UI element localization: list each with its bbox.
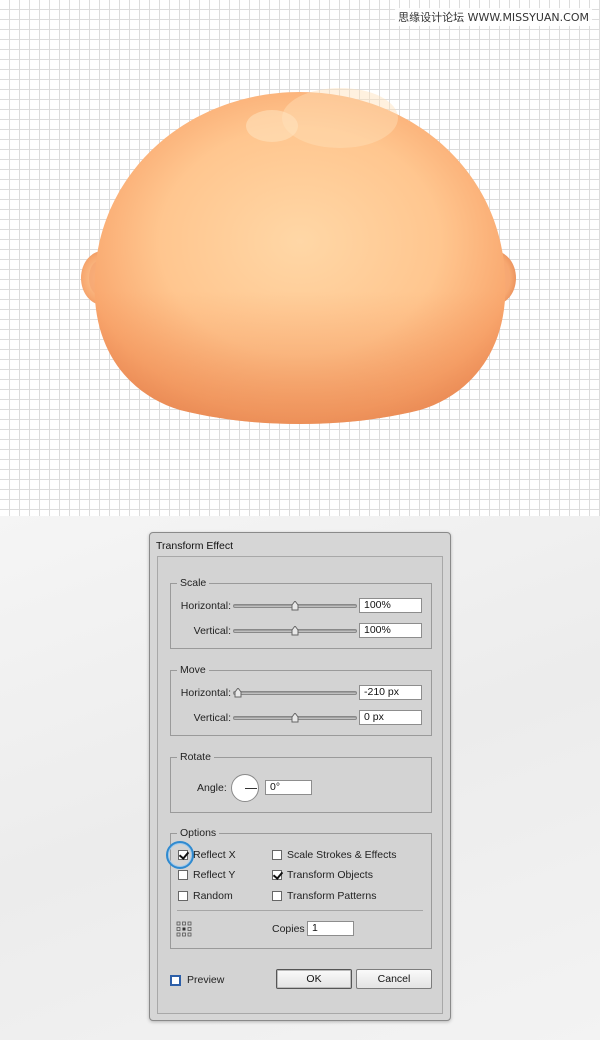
slider-thumb[interactable]: [291, 601, 299, 611]
options-group-label: Options: [177, 827, 220, 839]
rotate-group-label: Rotate: [177, 751, 214, 763]
cancel-button[interactable]: Cancel: [356, 969, 432, 989]
head-shape: [94, 88, 506, 424]
slider-thumb[interactable]: [234, 688, 242, 698]
ok-button[interactable]: OK: [276, 969, 352, 989]
reflect-x-option[interactable]: Reflect X: [178, 848, 236, 862]
options-group: Options Reflect X Reflect Y Random Scale…: [166, 827, 432, 949]
scale-vertical-label: Vertical:: [193, 625, 231, 637]
move-horizontal-slider[interactable]: [233, 688, 357, 698]
scale-horizontal-slider[interactable]: [233, 601, 357, 611]
reflect-x-label: Reflect X: [193, 849, 236, 861]
preview-option[interactable]: Preview: [170, 973, 224, 987]
rotate-group: Rotate Angle: 0°: [170, 751, 432, 813]
move-horizontal-label: Horizontal:: [180, 687, 231, 699]
scale-horizontal-row: Horizontal:: [171, 598, 357, 614]
reference-point-icon[interactable]: [176, 921, 192, 937]
move-vertical-row: Vertical:: [171, 710, 357, 726]
angle-needle: [245, 788, 257, 789]
random-label: Random: [193, 890, 233, 902]
move-vertical-label: Vertical:: [193, 712, 231, 724]
scale-vertical-input[interactable]: 100%: [359, 623, 422, 638]
scale-strokes-checkbox[interactable]: [272, 850, 282, 860]
artboard-canvas: 思缘设计论坛 WWW.MISSYUAN.COM: [0, 0, 600, 516]
dialog-title: Transform Effect: [156, 540, 234, 552]
watermark-text: 思缘设计论坛 WWW.MISSYUAN.COM: [395, 8, 592, 26]
scale-horizontal-label: Horizontal:: [180, 600, 231, 612]
random-option[interactable]: Random: [178, 889, 233, 903]
angle-label: Angle:: [197, 782, 227, 794]
move-horizontal-row: Horizontal:: [171, 685, 357, 701]
preview-label: Preview: [187, 974, 225, 986]
random-checkbox[interactable]: [178, 891, 188, 901]
angle-dial[interactable]: [231, 774, 259, 802]
transform-objects-checkbox[interactable]: [272, 870, 282, 880]
move-vertical-input[interactable]: 0 px: [359, 710, 422, 725]
transform-effect-dialog: Transform Effect Scale Horizontal: 100% …: [149, 532, 451, 1021]
scale-strokes-label: Scale Strokes & Effects: [287, 849, 397, 861]
angle-input[interactable]: 0°: [265, 780, 312, 795]
slider-thumb[interactable]: [291, 713, 299, 723]
copies-input[interactable]: 1: [307, 921, 354, 936]
move-vertical-slider[interactable]: [233, 713, 357, 723]
reflect-y-checkbox[interactable]: [178, 870, 188, 880]
slider-thumb[interactable]: [291, 626, 299, 636]
dialog-body: Scale Horizontal: 100% Vertical: 100% Mo…: [157, 556, 443, 1014]
scale-horizontal-input[interactable]: 100%: [359, 598, 422, 613]
move-horizontal-input[interactable]: -210 px: [359, 685, 422, 700]
transform-patterns-checkbox[interactable]: [272, 891, 282, 901]
preview-checkbox[interactable]: [170, 974, 181, 986]
scale-group-label: Scale: [177, 577, 210, 589]
move-group: Move Horizontal: -210 px Vertical: 0 px: [170, 664, 432, 736]
scale-strokes-option[interactable]: Scale Strokes & Effects: [272, 848, 397, 862]
scale-vertical-slider[interactable]: [233, 626, 357, 636]
transform-patterns-label: Transform Patterns: [287, 890, 377, 902]
reflect-y-option[interactable]: Reflect Y: [178, 868, 235, 882]
options-separator: [177, 910, 423, 911]
scale-vertical-row: Vertical:: [171, 623, 357, 639]
baby-head-illustration: [81, 88, 516, 424]
reflect-y-label: Reflect Y: [193, 869, 236, 881]
scale-group: Scale Horizontal: 100% Vertical: 100%: [170, 577, 432, 649]
move-group-label: Move: [177, 664, 209, 676]
transform-patterns-option[interactable]: Transform Patterns: [272, 889, 376, 903]
copies-label: Copies: [272, 923, 305, 935]
transform-objects-label: Transform Objects: [287, 869, 373, 881]
reflect-x-checkbox[interactable]: [178, 850, 188, 860]
transform-objects-option[interactable]: Transform Objects: [272, 868, 373, 882]
